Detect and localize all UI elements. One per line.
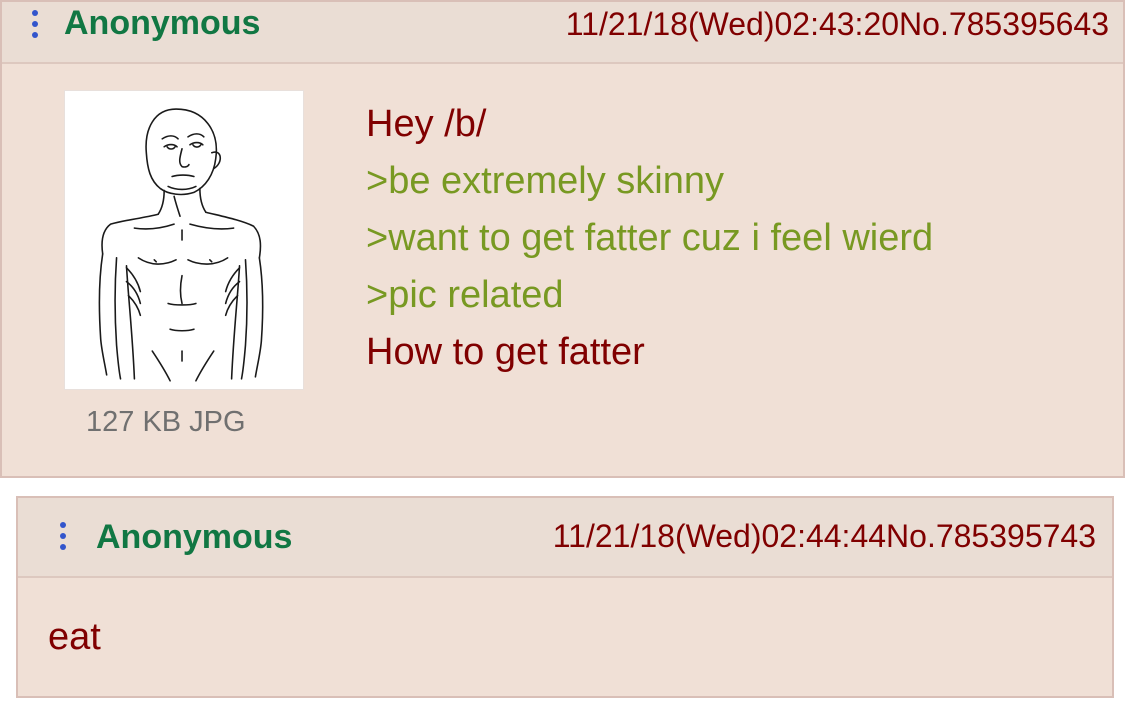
- message-line: Hey /b/: [366, 103, 487, 145]
- greentext-line: >be extremely skinny: [366, 160, 724, 202]
- post-meta: 11/21/18(Wed)02:44:44No.785395743: [553, 518, 1096, 555]
- file-info: 127 KB JPG: [86, 406, 246, 438]
- message-line: How to get fatter: [366, 331, 645, 373]
- poster-name: Anonymous: [96, 518, 293, 556]
- post-number-link[interactable]: No.785395643: [899, 6, 1109, 42]
- wojak-skinny-drawing-icon: [98, 108, 264, 382]
- post-message: Hey /b/ >be extremely skinny >want to ge…: [366, 96, 933, 381]
- poster-name: Anonymous: [64, 4, 261, 42]
- reply-post: Anonymous 11/21/18(Wed)02:44:44No.785395…: [16, 496, 1114, 698]
- greentext-line: >pic related: [366, 274, 564, 316]
- op-post: Anonymous 11/21/18(Wed)02:43:20No.785395…: [0, 0, 1125, 478]
- post-menu-icon[interactable]: [32, 10, 38, 38]
- post-header: Anonymous 11/21/18(Wed)02:44:44No.785395…: [18, 498, 1112, 578]
- post-header: Anonymous 11/21/18(Wed)02:43:20No.785395…: [2, 2, 1123, 64]
- post-message: eat: [48, 616, 101, 658]
- post-datetime: 11/21/18(Wed)02:43:20: [565, 6, 900, 42]
- post-datetime: 11/21/18(Wed)02:44:44: [552, 518, 887, 554]
- post-menu-icon[interactable]: [60, 522, 66, 550]
- greentext-line: >want to get fatter cuz i feel wierd: [366, 217, 934, 259]
- post-meta: 11/21/18(Wed)02:43:20No.785395643: [566, 6, 1109, 43]
- post-image-thumbnail[interactable]: [64, 90, 304, 390]
- post-number-link[interactable]: No.785395743: [886, 518, 1096, 554]
